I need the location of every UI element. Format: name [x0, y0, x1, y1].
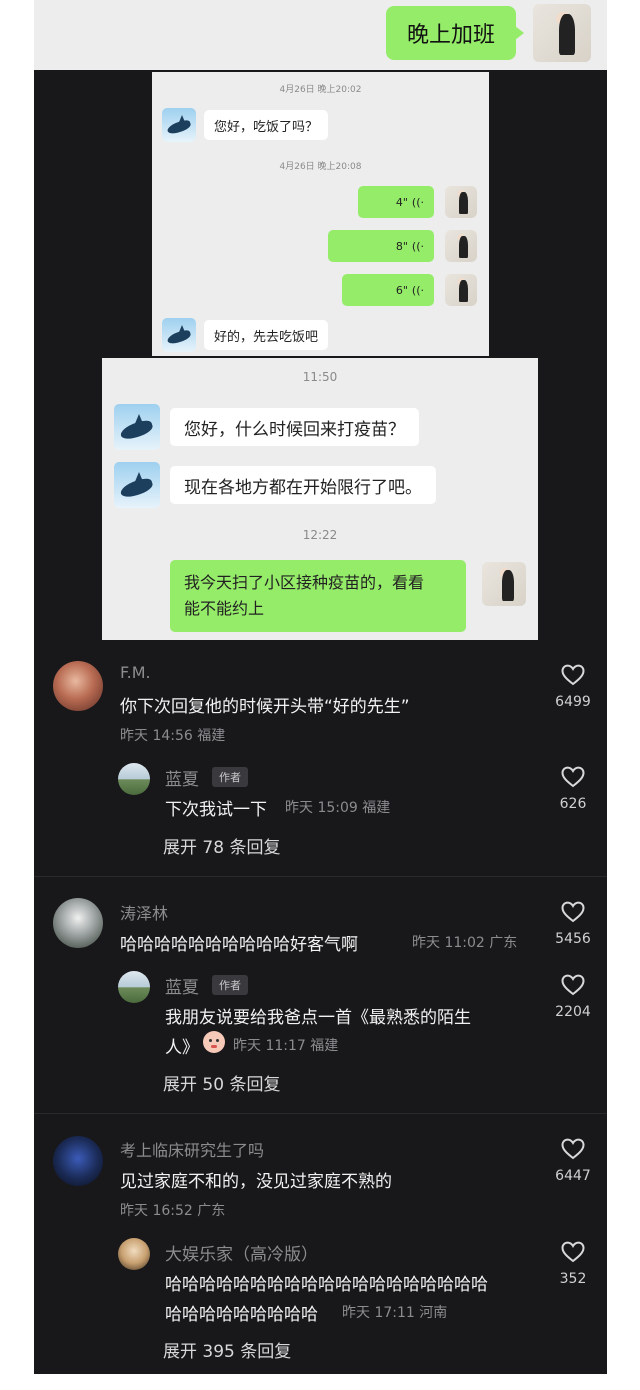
comment-text: 哈哈哈哈哈哈哈哈哈哈好客气啊 [120, 935, 358, 955]
comment-meta: 昨天 11:02 广东 [412, 935, 518, 951]
incoming-message: 好的，先去吃饭吧 [204, 320, 329, 350]
voice-message[interactable]: 8" ((· [328, 230, 434, 262]
timestamp: 12:22 [302, 528, 338, 542]
reply-meta: 昨天 15:09 福建 [285, 800, 391, 816]
reply-text: 哈哈哈哈哈哈哈哈哈 [165, 1305, 318, 1325]
girl-avatar [482, 562, 526, 606]
incoming-message: 现在各地方都在开始限行了吧。 [170, 466, 436, 504]
voice-message[interactable]: 4" ((· [358, 186, 434, 218]
user-avatar[interactable] [118, 1238, 150, 1270]
divider [34, 876, 607, 877]
message-text: 您好，吃饭了吗？ [214, 119, 319, 135]
like-count: 5456 [555, 931, 591, 947]
voice-icon: ((· [411, 195, 424, 209]
message-text: 好的，先去吃饭吧 [214, 329, 319, 345]
voice-icon: ((· [411, 283, 424, 297]
voice-duration: 6" [395, 283, 408, 297]
voice-duration: 4" [395, 195, 408, 209]
voice-icon: ((· [411, 239, 424, 253]
author-avatar[interactable] [118, 971, 150, 1003]
girl-avatar [445, 274, 477, 306]
like-count: 6447 [555, 1168, 591, 1184]
chat-screenshot-1: 4月26日 晚上20:02 您好，吃饭了吗？ 4月26日 晚上20:08 4" … [152, 72, 489, 356]
comment-username[interactable]: F.M. [120, 663, 151, 682]
top-message-text: 晚上加班 [406, 23, 495, 48]
expand-replies-button[interactable]: 展开 395 条回复 [163, 1337, 291, 1362]
voice-message[interactable]: 6" ((· [342, 274, 434, 306]
heart-icon[interactable] [561, 766, 585, 788]
reply-username[interactable]: 蓝夏 [165, 973, 199, 998]
dolphin-avatar [114, 462, 160, 508]
comment-text: 你下次回复他的时候开头带“好的先生” [120, 697, 410, 717]
girl-avatar [445, 186, 477, 218]
comment-username[interactable]: 考上临床研究生了吗 [120, 1137, 264, 1161]
chat-screenshot-2: 11:50 您好，什么时候回来打疫苗？ 现在各地方都在开始限行了吧。 12:22… [102, 358, 538, 640]
reply-text: 人》 [165, 1038, 199, 1058]
reply-text: 我朋友说要给我爸点一首《最熟悉的陌生 [165, 1008, 471, 1028]
like-count: 626 [559, 796, 587, 812]
user-avatar[interactable] [53, 1136, 103, 1186]
expand-replies-button[interactable]: 展开 50 条回复 [163, 1070, 280, 1095]
author-badge: 作者 [212, 975, 248, 995]
heart-icon[interactable] [561, 664, 585, 686]
timestamp: 11:50 [302, 370, 338, 384]
reply-text: 哈哈哈哈哈哈哈哈哈哈哈哈哈哈哈哈哈哈哈 [165, 1275, 488, 1295]
user-avatar[interactable] [53, 898, 103, 948]
message-text: 您好，什么时候回来打疫苗？ [184, 419, 405, 440]
message-text: 能不能约上 [184, 599, 265, 618]
timestamp: 4月26日 晚上20:02 [279, 85, 362, 95]
author-avatar[interactable] [118, 763, 150, 795]
author-badge: 作者 [212, 767, 248, 787]
baby-emoji [203, 1031, 225, 1053]
dolphin-avatar [162, 108, 196, 142]
dolphin-avatar [162, 318, 196, 352]
reply-username[interactable]: 蓝夏 [165, 765, 199, 790]
dolphin-avatar [114, 404, 160, 450]
message-text: 现在各地方都在开始限行了吧。 [184, 477, 422, 498]
girl-avatar[interactable] [533, 4, 591, 62]
like-count: 2204 [555, 1004, 591, 1020]
like-count: 6499 [555, 694, 591, 710]
comment-meta: 昨天 16:52 广东 [120, 1203, 226, 1219]
incoming-message: 您好，什么时候回来打疫苗？ [170, 408, 419, 446]
heart-icon[interactable] [561, 901, 585, 923]
timestamp: 4月26日 晚上20:08 [279, 162, 362, 172]
divider [34, 1113, 607, 1114]
comment-meta: 昨天 14:56 福建 [120, 728, 226, 744]
girl-avatar [445, 230, 477, 262]
comment-username[interactable]: 涛泽林 [120, 900, 168, 924]
comment-text: 见过家庭不和的，没见过家庭不熟的 [120, 1172, 392, 1192]
user-avatar[interactable] [53, 661, 103, 711]
heart-icon[interactable] [561, 1138, 585, 1160]
voice-duration: 8" [395, 239, 408, 253]
reply-meta: 昨天 11:17 福建 [233, 1038, 339, 1054]
expand-replies-button[interactable]: 展开 78 条回复 [163, 833, 280, 858]
message-text: 我今天扫了小区接种疫苗的，看看 [184, 573, 425, 592]
like-count: 352 [559, 1271, 587, 1287]
reply-username[interactable]: 大娱乐家（高冷版） [165, 1240, 318, 1265]
outgoing-message: 我今天扫了小区接种疫苗的，看看 能不能约上 [170, 560, 466, 632]
reply-text: 下次我试一下 [165, 800, 267, 820]
heart-icon[interactable] [561, 974, 585, 996]
heart-icon[interactable] [561, 1241, 585, 1263]
reply-meta: 昨天 17:11 河南 [342, 1305, 448, 1321]
top-message-bubble: 晚上加班 [386, 6, 524, 60]
incoming-message: 您好，吃饭了吗？ [204, 110, 329, 140]
